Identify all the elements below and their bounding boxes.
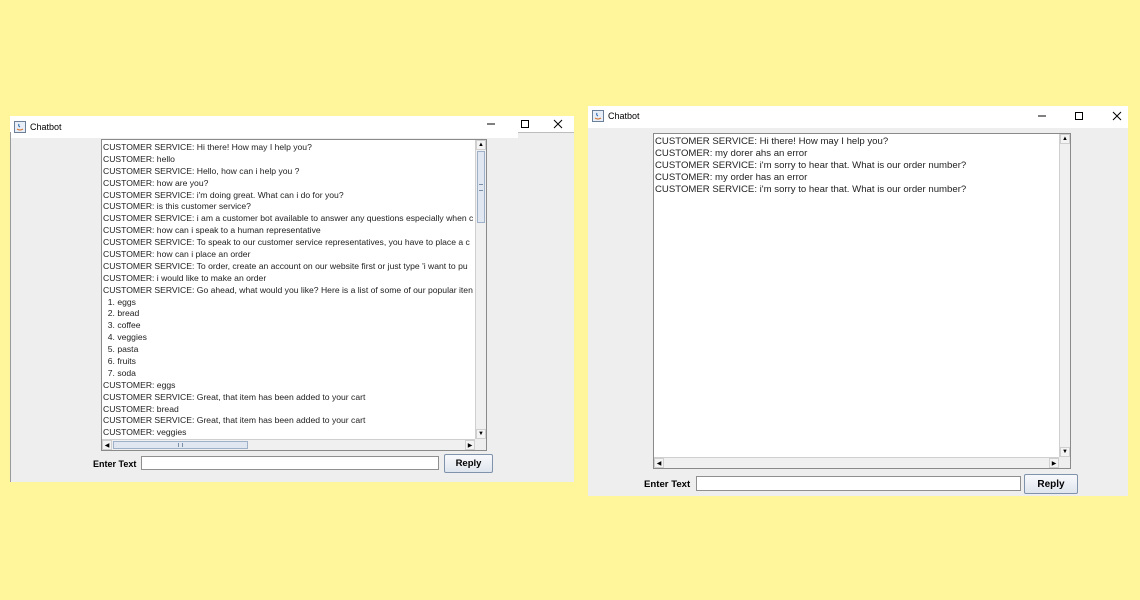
chat-message: CUSTOMER: how can i speak to a human rep… xyxy=(103,225,321,236)
maximize-icon xyxy=(521,120,529,128)
minimize-button[interactable] xyxy=(474,116,508,132)
minimize-icon xyxy=(1038,115,1046,117)
message-input[interactable] xyxy=(141,456,439,470)
reply-button[interactable]: Reply xyxy=(444,454,493,473)
window-title: Chatbot xyxy=(608,111,640,121)
close-button[interactable] xyxy=(542,116,574,132)
chat-message: 1. eggs xyxy=(103,296,136,307)
chat-message: CUSTOMER: how can i place an order xyxy=(103,249,251,260)
horizontal-scrollbar[interactable]: ◀ ▶ xyxy=(102,439,475,450)
chat-log[interactable]: CUSTOMER SERVICE: Hi there! How may I he… xyxy=(653,133,1071,469)
title-bar[interactable]: Chatbot xyxy=(10,116,518,138)
chat-log[interactable]: CUSTOMER SERVICE: Hi there! How may I he… xyxy=(101,139,487,451)
chat-message: CUSTOMER: how are you? xyxy=(103,177,209,188)
scroll-right-icon[interactable]: ▶ xyxy=(1049,458,1059,468)
scroll-down-icon[interactable]: ▼ xyxy=(1060,447,1070,457)
scroll-up-icon[interactable]: ▲ xyxy=(1060,134,1070,144)
chat-message: 4. veggies xyxy=(103,332,147,343)
title-bar[interactable]: Chatbot xyxy=(588,106,1128,128)
minimize-icon xyxy=(487,123,495,125)
chat-message: 6. fruits xyxy=(103,356,136,367)
close-icon xyxy=(553,119,563,129)
chat-messages: CUSTOMER SERVICE: Hi there! How may I he… xyxy=(655,136,1058,456)
maximize-button[interactable] xyxy=(1062,106,1096,126)
close-button[interactable] xyxy=(1100,106,1134,126)
chat-message: 3. coffee xyxy=(103,320,141,331)
maximize-icon xyxy=(1075,112,1083,120)
close-icon xyxy=(1112,111,1122,121)
message-input[interactable] xyxy=(696,476,1021,491)
enter-text-label: Enter Text xyxy=(93,459,137,469)
chat-message: 5. pasta xyxy=(103,344,139,355)
horizontal-scrollbar[interactable]: ◀ ▶ xyxy=(654,457,1059,468)
chat-message: CUSTOMER: eggs xyxy=(103,379,176,390)
chatbot-window-1: Chatbot CUSTOMER SERVICE: Hi there! How … xyxy=(10,116,574,482)
vertical-scroll-thumb[interactable] xyxy=(477,151,485,223)
chat-message: CUSTOMER SERVICE: To order, create an ac… xyxy=(103,260,468,271)
vertical-scrollbar[interactable]: ▲ ▼ xyxy=(1059,134,1070,457)
chat-messages: CUSTOMER SERVICE: Hi there! How may I he… xyxy=(103,142,474,438)
java-app-icon xyxy=(14,121,26,133)
chat-message: CUSTOMER: is this customer service? xyxy=(103,201,251,212)
horizontal-scroll-thumb[interactable] xyxy=(113,441,248,449)
chat-message: 2. bread xyxy=(103,308,140,319)
scroll-up-icon[interactable]: ▲ xyxy=(476,140,486,150)
chat-message: CUSTOMER: my dorer ahs an error xyxy=(655,147,808,159)
chat-message: CUSTOMER SERVICE: Great, that item has b… xyxy=(103,415,366,426)
chat-message: CUSTOMER SERVICE: Hello, how can i help … xyxy=(103,165,300,176)
reply-button-label: Reply xyxy=(1037,478,1065,490)
scroll-down-icon[interactable]: ▼ xyxy=(476,429,486,439)
chat-message: CUSTOMER SERVICE: Go ahead, what would y… xyxy=(103,284,473,295)
window-title: Chatbot xyxy=(30,122,62,132)
java-app-icon xyxy=(592,110,604,122)
chat-message: CUSTOMER SERVICE: Great, that item has b… xyxy=(103,391,366,402)
reply-button[interactable]: Reply xyxy=(1024,474,1078,494)
chat-message: CUSTOMER SERVICE: To speak to our custom… xyxy=(103,237,470,248)
chat-message: CUSTOMER: veggies xyxy=(103,427,187,438)
chat-message: CUSTOMER SERVICE: i'm sorry to hear that… xyxy=(655,159,967,171)
scroll-left-icon[interactable]: ◀ xyxy=(102,440,112,450)
chat-message: CUSTOMER SERVICE: i am a customer bot av… xyxy=(103,213,474,224)
scroll-right-icon[interactable]: ▶ xyxy=(465,440,475,450)
chat-message: CUSTOMER SERVICE: i'm doing great. What … xyxy=(103,189,344,200)
enter-text-label: Enter Text xyxy=(644,479,691,490)
minimize-button[interactable] xyxy=(1025,106,1059,126)
chat-message: 7. soda xyxy=(103,367,136,378)
maximize-button[interactable] xyxy=(508,116,542,132)
chat-message: CUSTOMER: i would like to make an order xyxy=(103,272,267,283)
chat-message: CUSTOMER: hello xyxy=(103,153,175,164)
vertical-scrollbar[interactable]: ▲ ▼ xyxy=(475,140,486,439)
chat-message: CUSTOMER SERVICE: Hi there! How may I he… xyxy=(103,142,312,152)
chat-message: CUSTOMER SERVICE: i'm sorry to hear that… xyxy=(655,183,967,195)
chatbot-window-2: Chatbot CUSTOMER SERVICE: Hi there! How … xyxy=(588,106,1128,496)
chat-message: CUSTOMER: my order has an error xyxy=(655,171,808,183)
scroll-left-icon[interactable]: ◀ xyxy=(654,458,664,468)
chat-message: CUSTOMER: bread xyxy=(103,403,179,414)
reply-button-label: Reply xyxy=(455,458,482,469)
chat-message: CUSTOMER SERVICE: Hi there! How may I he… xyxy=(655,136,889,147)
